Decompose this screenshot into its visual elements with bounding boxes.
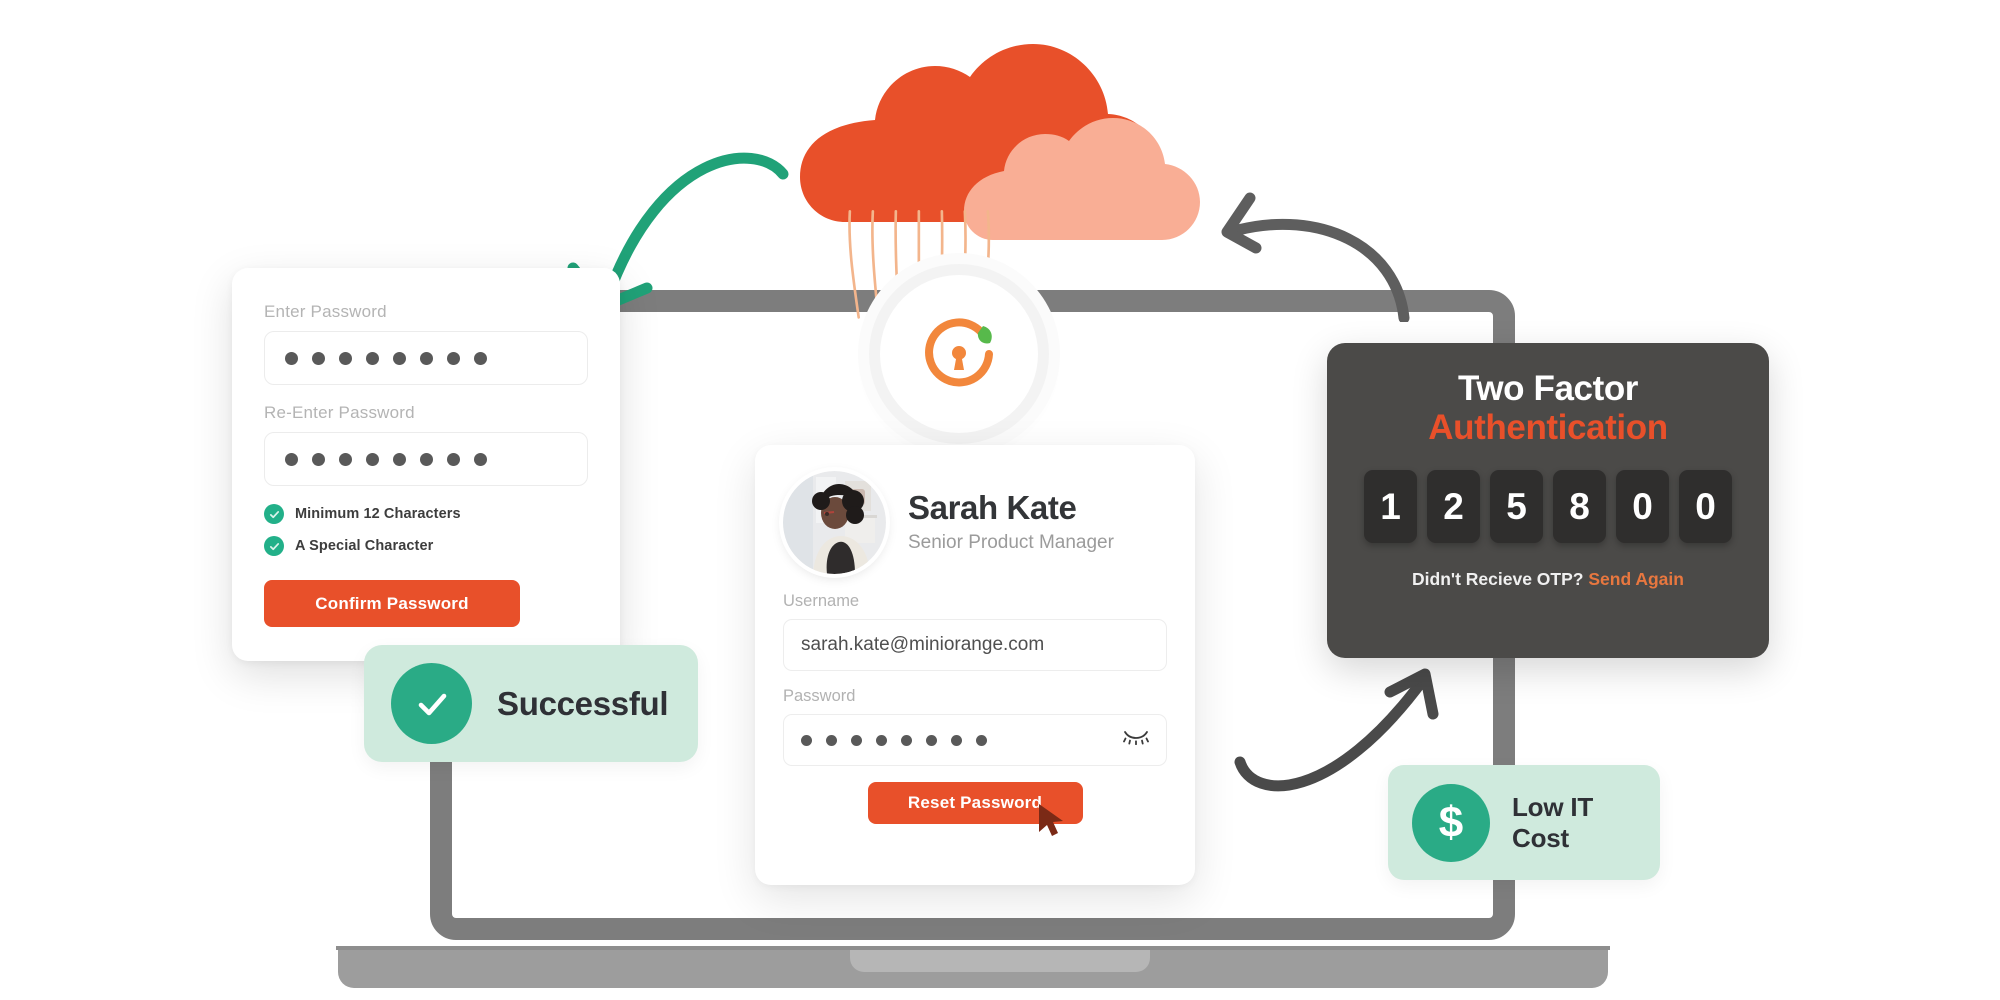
low-it-cost-label: Low IT Cost (1512, 792, 1593, 853)
password-input[interactable] (783, 714, 1167, 766)
tfa-title-line1: Two Factor (1457, 369, 1639, 408)
profile-card: Sarah Kate Senior Product Manager Userna… (755, 445, 1195, 885)
requirement-row: A Special Character (264, 536, 588, 556)
dollar-icon: $ (1412, 783, 1490, 862)
reenter-password-input[interactable] (264, 432, 588, 486)
status-badge-label: Successful (497, 684, 669, 722)
otp-digit-2[interactable]: 2 (1427, 470, 1480, 544)
password-label: Password (783, 687, 856, 705)
enter-password-input[interactable] (264, 331, 588, 385)
requirement-label: Minimum 12 Characters (295, 506, 461, 522)
profile-header: Sarah Kate Senior Product Manager (783, 471, 1167, 574)
otp-input-group[interactable]: 1 2 5 8 0 0 (1327, 470, 1769, 544)
otp-digit-5[interactable]: 0 (1616, 470, 1669, 544)
reenter-password-label: Re-Enter Password (264, 403, 415, 422)
check-circle-icon (264, 536, 284, 556)
cost-line-1: Low IT (1512, 791, 1594, 822)
send-again-link[interactable]: Send Again (1588, 569, 1684, 589)
reenter-password-masked-value (285, 452, 487, 466)
otp-resend-row: Didn't Recieve OTP? Send Again (1327, 569, 1769, 590)
cost-line-2: Cost (1512, 822, 1569, 853)
avatar (783, 471, 886, 574)
otp-resend-prompt: Didn't Recieve OTP? (1412, 569, 1584, 590)
check-icon (391, 663, 472, 744)
miniorange-lock-icon (880, 275, 1038, 433)
two-factor-authentication-panel: Two Factor Authentication 1 2 5 8 0 0 Di… (1327, 343, 1769, 658)
enter-password-label: Enter Password (264, 302, 387, 321)
otp-digit-1[interactable]: 1 (1364, 470, 1417, 544)
eye-off-icon[interactable] (1123, 729, 1149, 751)
laptop-base-notch (850, 950, 1150, 972)
reset-password-row: Reset Password (783, 782, 1167, 836)
profile-identity: Sarah Kate Senior Product Manager (908, 488, 1114, 555)
password-masked-value (285, 351, 487, 365)
username-value: sarah.kate@miniorange.com (801, 634, 1045, 655)
username-label: Username (783, 592, 860, 610)
status-badge-successful: Successful (364, 645, 698, 762)
check-circle-icon (264, 504, 284, 524)
password-masked-value (801, 734, 987, 746)
requirement-label: A Special Character (295, 538, 434, 554)
otp-digit-3[interactable]: 5 (1490, 470, 1543, 544)
otp-digit-6[interactable]: 0 (1679, 470, 1732, 544)
cloud-icon (760, 0, 1200, 319)
username-input[interactable]: sarah.kate@miniorange.com (783, 619, 1167, 671)
confirm-password-button[interactable]: Confirm Password (264, 580, 520, 627)
otp-digit-4[interactable]: 8 (1553, 470, 1606, 544)
cursor-arrow-icon (1036, 802, 1068, 845)
profile-role: Senior Product Manager (908, 532, 1114, 554)
illustration-canvas: Enter Password Re-Enter Password Minimum… (0, 0, 2000, 1000)
profile-name: Sarah Kate (908, 488, 1077, 526)
low-it-cost-badge: $ Low IT Cost (1388, 765, 1660, 880)
tfa-title-line2: Authentication (1428, 408, 1668, 448)
password-reset-card: Enter Password Re-Enter Password Minimum… (232, 268, 620, 661)
requirement-row: Minimum 12 Characters (264, 504, 588, 524)
